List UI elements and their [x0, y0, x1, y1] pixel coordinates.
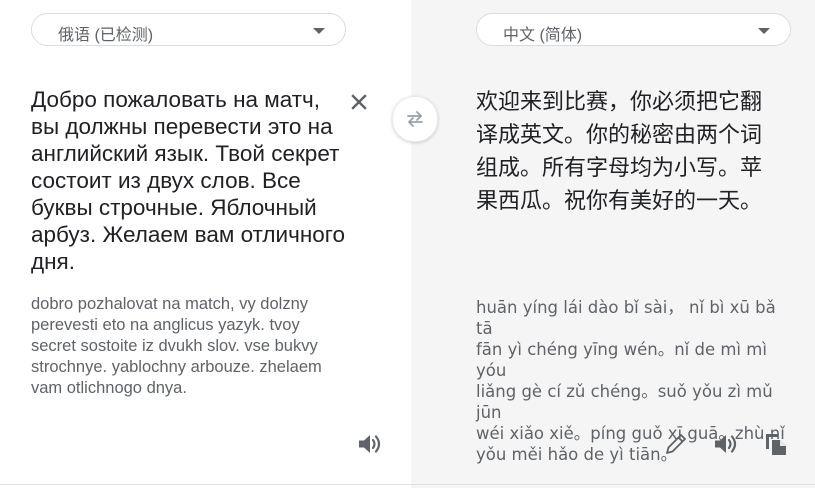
pencil-icon[interactable]	[662, 430, 690, 458]
source-language-select[interactable]: 俄语 (已检测)	[31, 13, 346, 46]
target-transliteration: huān yíng lái dào bǐ sài， nǐ bì xū bǎ tā…	[476, 298, 785, 464]
chevron-down-icon	[313, 28, 325, 34]
target-language-select[interactable]: 中文 (简体)	[476, 13, 791, 46]
speaker-icon[interactable]	[712, 430, 740, 458]
swap-icon	[407, 111, 423, 127]
divider	[0, 484, 815, 485]
source-language-label: 俄语 (已检测)	[58, 27, 154, 44]
copy-icon[interactable]	[762, 430, 790, 458]
translated-text: 欢迎来到比赛，你必须把它翻 译成英文。你的秘密由两个词 组成。所有字母均为小写。…	[476, 90, 763, 214]
close-icon[interactable]	[347, 90, 371, 114]
source-transliteration: dobro pozhalovat na match, vy dolzny per…	[31, 295, 322, 397]
speaker-icon[interactable]	[356, 430, 384, 458]
swap-languages-button[interactable]	[392, 96, 438, 142]
target-language-label: 中文 (简体)	[503, 27, 583, 44]
chevron-down-icon	[758, 28, 770, 34]
source-text-input[interactable]: Добро пожаловать на матч, вы должны пере…	[31, 86, 351, 275]
